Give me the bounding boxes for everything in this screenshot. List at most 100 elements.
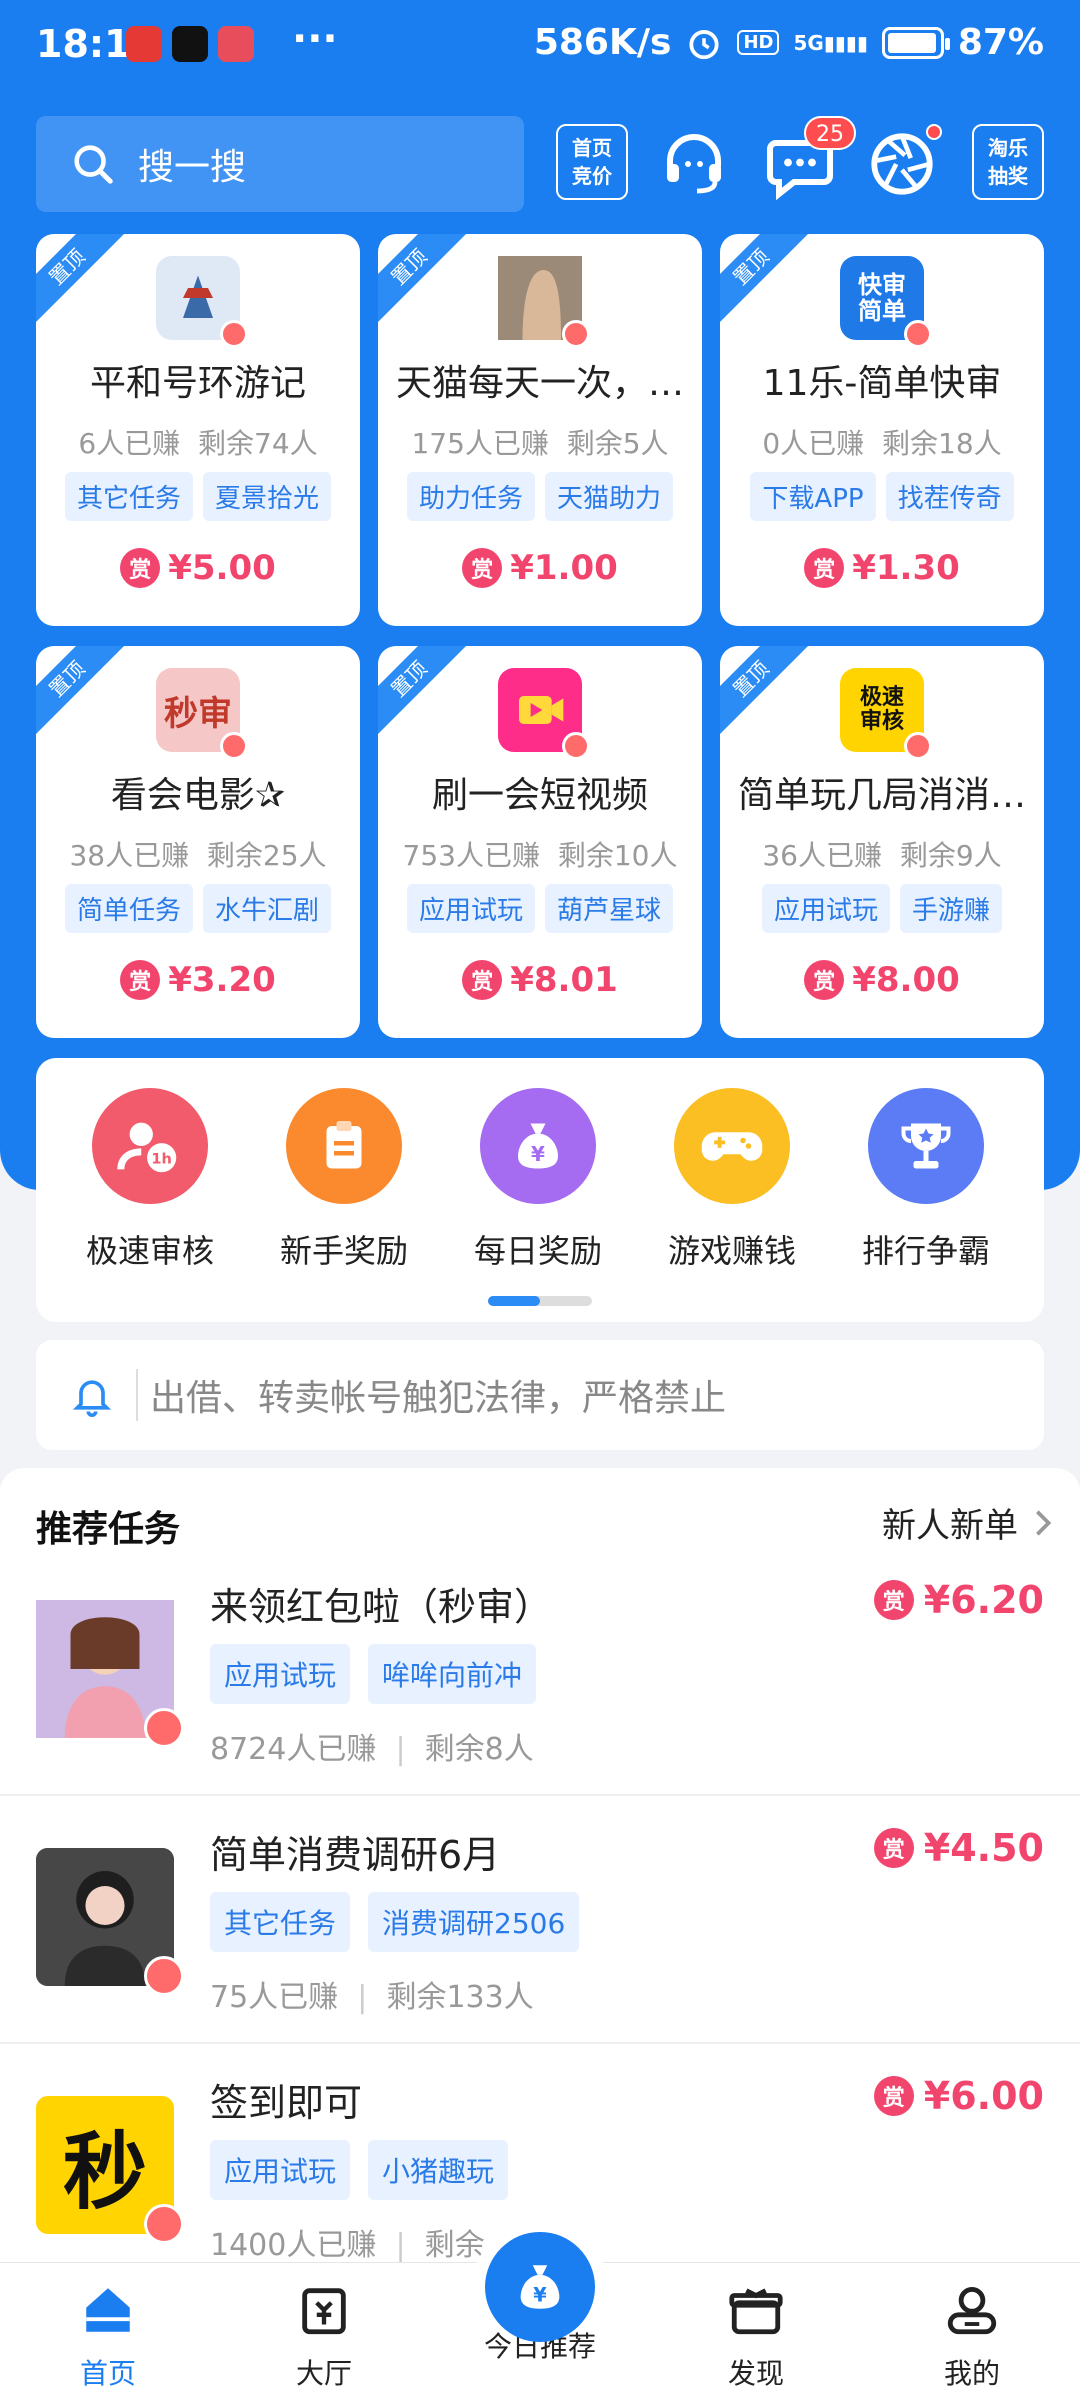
svg-text:¥: ¥	[533, 2284, 547, 2307]
crown-icon	[220, 732, 248, 760]
quick-menu-label: 新手奖励	[279, 1232, 408, 1270]
section-title: 推荐任务	[36, 1509, 181, 1550]
top-task-card[interactable]: 置顶 快审简单 11乐-简单快审 0人已赚 剩余18人 下载APP 找茬传奇 赏…	[720, 234, 1044, 626]
reward-icon: 赏	[120, 548, 161, 588]
nav-label: 发现	[727, 2357, 784, 2390]
pinned-badge: 置顶	[378, 234, 475, 333]
fast-review-icon: 1h	[92, 1088, 208, 1204]
home-icon	[86, 2288, 130, 2332]
task-title: 刷一会短视频	[431, 775, 648, 816]
video-play-icon	[519, 696, 564, 724]
support-headset-icon	[667, 134, 721, 194]
more-notifications-icon: ···	[292, 16, 338, 62]
quick-menu-leaderboard[interactable]: 排行争霸	[836, 1088, 1016, 1272]
task-earned: 753人已赚	[402, 839, 540, 872]
task-price: ¥1.30	[852, 548, 960, 588]
task-tag: 水牛汇剧	[203, 884, 332, 933]
nav-home[interactable]: 首页	[38, 2281, 178, 2392]
task-tag: 助力任务	[406, 472, 535, 521]
task-price: ¥4.50	[923, 1826, 1044, 1870]
customer-service-button[interactable]	[656, 126, 732, 202]
task-tag: 应用试玩	[406, 884, 535, 933]
task-remaining: 剩余9人	[899, 839, 1002, 872]
task-app-icon	[156, 256, 248, 348]
task-tag: 消费调研2506	[368, 1892, 580, 1952]
quick-menu-daily-reward[interactable]: ¥ 每日奖励	[448, 1088, 628, 1272]
task-app-icon	[498, 668, 590, 760]
lottery-label-1: 淘乐	[988, 136, 1028, 160]
reward-icon: 赏	[120, 960, 161, 1000]
search-bar[interactable]: 搜一搜	[36, 116, 524, 212]
task-tag: 夏景拾光	[203, 472, 332, 521]
battery-icon	[881, 26, 950, 59]
stat-separator: |	[395, 1732, 406, 1767]
svg-text:¥: ¥	[531, 1142, 545, 1166]
task-tag: 应用试玩	[210, 2140, 351, 2200]
clipboard-icon	[286, 1088, 402, 1204]
nav-hall[interactable]: 大厅	[254, 2281, 394, 2392]
recommended-task-item[interactable]: 来领红包啦（秒审） 应用试玩 哞哞向前冲 8724人已赚 | 剩余8人 赏 ¥6.…	[0, 1548, 1080, 1796]
svg-text:1h: 1h	[151, 1151, 172, 1168]
pinned-badge: 置顶	[720, 646, 817, 745]
chevron-right-icon	[1036, 1509, 1052, 1536]
top-task-card[interactable]: 置顶 极速审核 简单玩几局消消… 36人已赚 剩余9人 应用试玩 手游赚 赏 ¥8…	[720, 646, 1044, 1038]
reward-icon: 赏	[462, 548, 503, 588]
top-task-card[interactable]: 置顶 天猫每天一次，… 175人已赚 剩余5人 助力任务 天猫助力 赏 ¥1.00	[378, 234, 702, 626]
recommended-task-item[interactable]: 简单消费调研6月 其它任务 消费调研2506 75人已赚 | 剩余133人 赏 ¥…	[0, 1796, 1080, 2044]
task-title: 平和号环游记	[89, 363, 306, 404]
reward-icon: 赏	[873, 2076, 914, 2116]
quick-menu-label: 极速审核	[85, 1232, 214, 1270]
task-remaining: 剩余133人	[386, 1980, 534, 2015]
notice-bar[interactable]: 出借、转卖帐号触犯法律，严格禁止	[36, 1340, 1044, 1450]
reward-icon: 赏	[873, 1580, 914, 1620]
task-earned: 75人已赚	[210, 1980, 339, 2015]
nav-profile[interactable]: 我的	[902, 2281, 1042, 2392]
tiktok-app-icon	[172, 26, 208, 62]
quick-menu-newbie-reward[interactable]: 新手奖励	[254, 1088, 434, 1272]
stat-separator: |	[395, 2228, 406, 2263]
task-name: 来领红包啦（秒审）	[210, 1585, 553, 1629]
pinned-badge: 置顶	[36, 646, 133, 745]
nav-label: 大厅	[295, 2357, 352, 2390]
camera-aperture-icon	[871, 133, 933, 195]
task-remaining: 剩余5人	[566, 427, 669, 460]
pinned-badge: 置顶	[378, 646, 475, 745]
lottery-label-2: 抽奖	[988, 164, 1028, 188]
newcomer-orders-link[interactable]: 新人新单	[882, 1498, 1054, 1547]
quick-menu-game-earn[interactable]: 游戏赚钱	[642, 1088, 822, 1272]
search-icon	[74, 145, 113, 184]
task-earned: 36人已赚	[762, 839, 882, 872]
messages-button[interactable]: 25	[762, 116, 856, 202]
battery-level: 87%	[957, 22, 1044, 63]
pinned-badge: 置顶	[36, 234, 133, 333]
signal-icon: 5G▮▮▮▮	[793, 30, 868, 55]
crown-icon	[562, 732, 590, 760]
lottery-button[interactable]: 淘乐 抽奖	[972, 124, 1044, 200]
top-task-card[interactable]: 置顶 秒审 看会电影✰ 38人已赚 剩余25人 简单任务 水牛汇剧 赏 ¥3.20	[36, 646, 360, 1038]
task-tag: 葫芦星球	[545, 884, 674, 933]
crown-icon	[904, 732, 932, 760]
bell-icon	[72, 1380, 112, 1417]
discover-icon	[729, 2288, 783, 2335]
quick-menu-fast-review[interactable]: 1h 极速审核	[60, 1088, 240, 1272]
top-task-card[interactable]: 置顶 平和号环游记 6人已赚 剩余74人 其它任务 夏景拾光 赏 ¥5.00	[36, 234, 360, 626]
nav-label: 我的	[943, 2357, 1000, 2390]
today-recommend-button[interactable]: ¥	[485, 2232, 595, 2342]
alarm-icon	[689, 29, 720, 59]
task-app-icon-text: 秒	[62, 2122, 147, 2221]
task-tag: 小猪趣玩	[368, 2140, 509, 2200]
quick-menu-label: 游戏赚钱	[667, 1232, 796, 1270]
nav-discover[interactable]: 发现	[686, 2281, 826, 2392]
message-count-badge: 25	[804, 116, 856, 150]
top-task-card[interactable]: 置顶 刷一会短视频 753人已赚 剩余10人 应用试玩 葫芦星球 赏 ¥8.01	[378, 646, 702, 1038]
task-remaining: 剩余10人	[557, 839, 678, 872]
quick-menu: 1h 极速审核 新手奖励 ¥ 每日奖励 游戏赚钱 排行争霸	[36, 1058, 1044, 1322]
camera-button[interactable]	[864, 124, 942, 202]
task-tag: 天猫助力	[545, 472, 674, 521]
homepage-bid-button[interactable]: 首页 竞价	[556, 124, 628, 200]
money-bag-icon: ¥	[480, 1088, 596, 1204]
task-name: 签到即可	[210, 2081, 363, 2125]
task-app-icon: 秒审	[156, 668, 248, 760]
gamepad-icon	[674, 1088, 790, 1204]
task-app-icon	[498, 256, 590, 348]
